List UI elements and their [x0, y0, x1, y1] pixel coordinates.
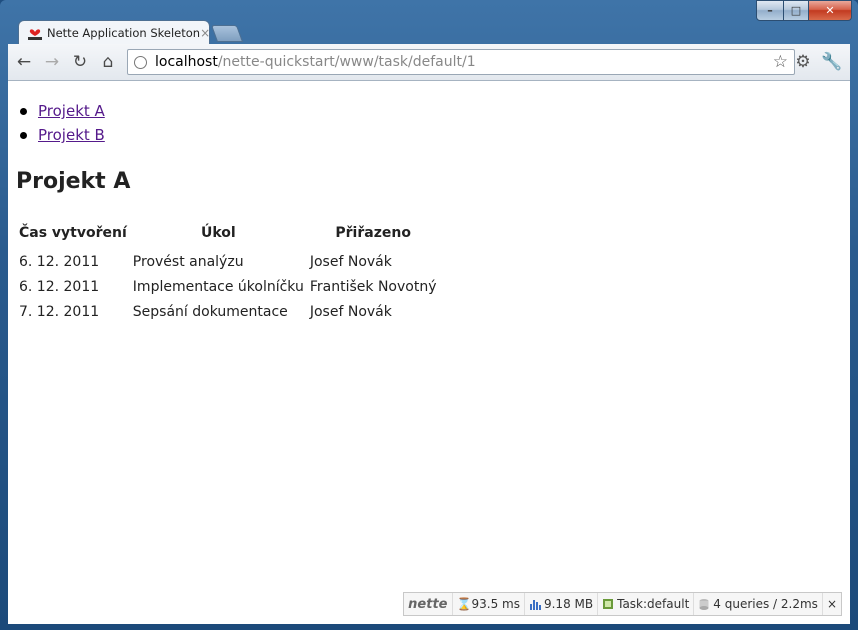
debug-memory-panel[interactable]: 9.18 MB: [523, 593, 597, 615]
project-a-link[interactable]: Projekt A: [38, 102, 105, 120]
extension-gear-icon[interactable]: ⚙: [793, 52, 813, 72]
cell-task: Sepsání dokumentace: [132, 304, 288, 320]
minimize-button[interactable]: –: [756, 0, 784, 21]
close-window-button[interactable]: ✕: [809, 0, 852, 21]
task-table: Čas vytvoření Úkol Přiřazeno 6. 12. 2011…: [16, 221, 439, 325]
debug-time-panel[interactable]: ⌛ 93.5 ms: [451, 593, 524, 615]
wrench-menu-icon[interactable]: 🔧: [821, 52, 842, 72]
forward-arrow-icon[interactable]: →: [42, 52, 62, 72]
cell-assigned: Josef Novák: [309, 304, 392, 320]
home-icon[interactable]: ⌂: [98, 52, 118, 72]
debug-database-panel[interactable]: 4 queries / 2.2ms: [693, 593, 822, 615]
menu-item: Projekt B: [20, 123, 105, 147]
cell-date: 7. 12. 2011: [19, 304, 100, 320]
maximize-button[interactable]: □: [784, 0, 809, 21]
menu-item: Projekt A: [20, 99, 105, 123]
new-tab-button[interactable]: [210, 25, 244, 42]
project-menu: Projekt A Projekt B: [20, 99, 105, 147]
address-bar[interactable]: localhost/nette-quickstart/www/task/defa…: [127, 49, 795, 75]
page-title: Projekt A: [16, 169, 131, 194]
project-b-link[interactable]: Projekt B: [38, 126, 105, 144]
database-icon: [698, 593, 710, 615]
debug-queries: 4 queries / 2.2ms: [713, 597, 818, 611]
browser-tab[interactable]: Nette Application Skeleton ×: [18, 20, 210, 45]
presenter-icon: [602, 593, 614, 615]
debug-time: 93.5 ms: [471, 597, 520, 611]
back-arrow-icon[interactable]: ←: [14, 52, 34, 72]
debug-presenter-panel[interactable]: Task:default: [597, 593, 693, 615]
table-header-row: Čas vytvoření Úkol Přiřazeno: [16, 221, 439, 250]
column-header-created: Čas vytvoření: [19, 225, 127, 241]
debug-bar: nette ⌛ 93.5 ms 9.18 MB Task:default 4 q…: [403, 592, 842, 616]
tab-close-icon[interactable]: ×: [200, 26, 210, 40]
reload-icon[interactable]: ↻: [70, 52, 90, 72]
table-row: 6. 12. 2011 Provést analýzu Josef Novák: [16, 250, 439, 275]
table-row: 7. 12. 2011 Sepsání dokumentace Josef No…: [16, 300, 439, 325]
bar-chart-icon: [529, 593, 541, 615]
cell-task: Implementace úkolníčku: [132, 279, 304, 295]
url-path: /nette-quickstart/www/task/default/1: [217, 54, 476, 70]
page-content: Projekt A Projekt B Projekt A Čas vytvoř…: [8, 81, 850, 624]
cell-date: 6. 12. 2011: [19, 279, 100, 295]
hourglass-icon: ⌛: [456, 597, 472, 611]
window-controls: – □ ✕: [756, 0, 852, 21]
column-header-assigned: Přiřazeno: [335, 225, 411, 241]
nette-favicon-icon: [27, 26, 43, 40]
debug-memory: 9.18 MB: [543, 597, 594, 611]
cell-assigned: Josef Novák: [309, 254, 392, 270]
debug-bar-close-icon[interactable]: ×: [821, 593, 841, 615]
url-text[interactable]: localhost/nette-quickstart/www/task/defa…: [155, 54, 476, 70]
cell-assigned: František Novotný: [309, 279, 437, 295]
nette-logo[interactable]: nette: [404, 593, 451, 615]
url-host: localhost: [155, 54, 218, 70]
bookmark-star-icon[interactable]: ☆: [773, 52, 788, 72]
table-row: 6. 12. 2011 Implementace úkolníčku Frant…: [16, 275, 439, 300]
debug-presenter: Task:default: [617, 597, 690, 611]
cell-task: Provést analýzu: [132, 254, 244, 270]
browser-window: – □ ✕ Nette Application Skeleton × ← → ↻…: [0, 0, 858, 630]
page-info-icon[interactable]: [134, 55, 147, 69]
tab-title: Nette Application Skeleton: [47, 26, 201, 40]
cell-date: 6. 12. 2011: [19, 254, 100, 270]
browser-toolbar: ← → ↻ ⌂ localhost/nette-quickstart/www/t…: [8, 44, 850, 81]
column-header-task: Úkol: [200, 225, 236, 241]
